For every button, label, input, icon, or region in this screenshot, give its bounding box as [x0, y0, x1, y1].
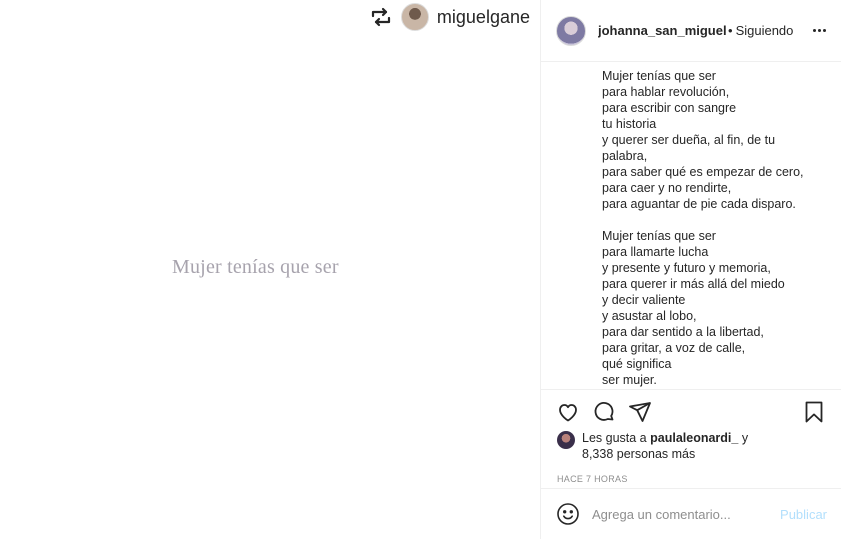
caption-line: tu historia [602, 117, 657, 131]
caption-line: para hablar revolución, [602, 85, 730, 99]
caption-line: y decir valiente [602, 293, 686, 307]
caption-line: para aguantar de pie cada disparo. [602, 197, 796, 211]
caption-line: para llamarte lucha [602, 245, 709, 259]
post-timestamp[interactable]: HACE 7 HORAS [541, 474, 841, 484]
actions-area: Les gusta a paulaleonardi_ y 8,338 perso… [541, 389, 841, 484]
caption-line: y presente y futuro y memoria, [602, 261, 771, 275]
publish-button[interactable]: Publicar [780, 507, 827, 522]
caption-line: Mujer tenías que ser [602, 69, 716, 83]
likes-connector: y [741, 431, 749, 445]
caption: Mujer tenías que ser para hablar revoluc… [541, 62, 841, 388]
heart-icon[interactable] [555, 399, 581, 425]
caption-line: para saber qué es empezar de cero, [602, 165, 804, 179]
post-side-panel: johanna_san_miguel_c • Siguiendo Mujer t… [540, 0, 841, 539]
share-icon[interactable] [627, 399, 653, 425]
post-header: johanna_san_miguel_c • Siguiendo [541, 0, 841, 62]
caption-line: qué significa [602, 357, 672, 371]
comment-input[interactable] [592, 506, 762, 522]
caption-line: para caer y no rendirte, [602, 181, 732, 195]
caption-line: para escribir con sangre [602, 101, 737, 115]
media-text: Mujer tenías que ser [172, 256, 339, 278]
comment-bar: Publicar [541, 488, 841, 539]
avatar[interactable] [556, 15, 586, 46]
post-media[interactable]: Mujer tenías que ser miguelgane [0, 0, 540, 539]
emoji-icon[interactable] [556, 502, 580, 526]
header-username[interactable]: johanna_san_miguel_c [598, 23, 726, 38]
caption-line: para dar sentido a la libertad, [602, 325, 764, 339]
caption-line: para gritar, a voz de calle, [602, 341, 746, 355]
stanza-gap [602, 212, 827, 228]
header-separator: • [728, 23, 733, 38]
caption-line: palabra, [602, 149, 648, 163]
caption-line: y asustar al lobo, [602, 309, 697, 323]
likes-count[interactable]: 8,338 personas más [582, 447, 695, 461]
repost-avatar[interactable] [400, 3, 429, 31]
caption-line: y querer ser dueña, al fin, de tu [602, 133, 776, 147]
caption-line: Mujer tenías que ser [602, 229, 716, 243]
action-bar [541, 390, 841, 434]
follow-status[interactable]: Siguiendo [736, 23, 794, 38]
likes-prefix: Les gusta a [582, 431, 647, 445]
caption-line: para querer ir más allá del miedo [602, 277, 785, 291]
likes-summary: Les gusta a paulaleonardi_ y 8,338 perso… [541, 430, 841, 462]
repost-username[interactable]: miguelgane [437, 7, 530, 28]
likes-text: Les gusta a paulaleonardi_ y 8,338 perso… [582, 430, 748, 462]
liker-avatar[interactable] [557, 431, 575, 449]
more-options-icon[interactable] [811, 23, 827, 39]
bookmark-icon[interactable] [801, 399, 827, 425]
liker-username[interactable]: paulaleonardi_ [650, 431, 738, 445]
comment-icon[interactable] [591, 399, 617, 425]
repost-badge[interactable]: miguelgane [369, 3, 530, 31]
repost-icon [369, 5, 393, 29]
caption-line: ser mujer. [602, 373, 657, 387]
